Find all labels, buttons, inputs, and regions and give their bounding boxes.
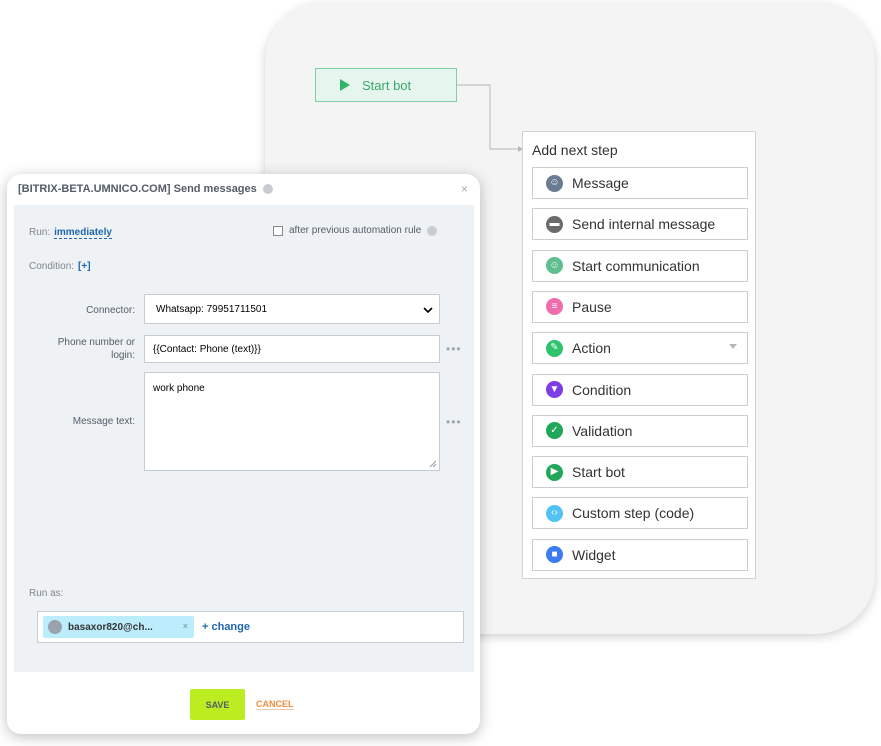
- step-label: Custom step (code): [572, 505, 695, 522]
- step-label: Condition: [572, 381, 632, 398]
- step-label: Message: [572, 175, 629, 191]
- step-label: Send internal message: [572, 216, 716, 233]
- run-as-label: Run as:: [29, 588, 64, 599]
- code-icon: ‹›: [546, 504, 563, 522]
- step-validation[interactable]: ✓ Validation: [532, 414, 748, 447]
- play-icon: [340, 79, 350, 91]
- save-button[interactable]: SAVE: [190, 689, 245, 720]
- connector-label: Connector:: [86, 305, 135, 316]
- panel-title: Add next step: [532, 142, 618, 158]
- condition-row: Condition: [+]: [29, 261, 91, 272]
- help-icon[interactable]: [262, 184, 273, 195]
- step-condition[interactable]: ▼ Condition: [532, 373, 748, 406]
- phone-label: Phone number or login:: [30, 336, 135, 362]
- add-next-step-panel: Add next step ☺ Message ▬ Send internal mes…: [522, 131, 756, 579]
- connector-select[interactable]: Whatsapp: 79951711501: [144, 294, 440, 324]
- change-user-link[interactable]: + change: [202, 621, 250, 633]
- check-icon: ✓: [546, 422, 563, 440]
- add-condition-link[interactable]: [+]: [78, 261, 91, 272]
- step-send-internal-message[interactable]: ▬ Send internal message: [532, 208, 748, 241]
- cancel-button[interactable]: CANCEL: [256, 699, 294, 710]
- dialog-title: [BITRIX-BETA.UMNICO.COM] Send messages: [18, 183, 273, 195]
- phone-value: {{Contact: Phone (text)}}: [153, 343, 261, 355]
- pencil-icon: ✎: [546, 339, 563, 357]
- start-node-label: Start bot: [362, 77, 412, 93]
- phone-label-line1: Phone number or: [57, 337, 135, 348]
- remove-user-icon[interactable]: ×: [183, 621, 188, 631]
- condition-label: Condition:: [29, 261, 75, 272]
- dialog-body: Run: immediately after previous automatio…: [14, 205, 474, 672]
- step-label: Start communication: [572, 257, 700, 274]
- after-previous-label: after previous automation rule: [289, 225, 422, 236]
- robot-share-icon: ☺: [546, 257, 563, 275]
- avatar: [48, 620, 62, 634]
- step-start-communication[interactable]: ☺ Start communication: [532, 249, 748, 282]
- run-as-user: basaxor820@ch...: [68, 621, 153, 633]
- step-action[interactable]: ✎ Action: [532, 332, 748, 365]
- phone-insert-field-icon[interactable]: •••: [446, 342, 462, 356]
- resize-handle-icon[interactable]: [429, 460, 437, 468]
- step-message[interactable]: ☺ Message: [532, 167, 748, 199]
- chat-bubble-icon: ▬: [546, 215, 563, 233]
- message-textarea[interactable]: work phone: [144, 372, 440, 471]
- after-previous-option[interactable]: after previous automation rule: [273, 225, 438, 236]
- dialog-title-text: [BITRIX-BETA.UMNICO.COM] Send messages: [18, 183, 257, 195]
- phone-label-line2: login:: [111, 350, 135, 361]
- run-row: Run: immediately: [29, 227, 112, 239]
- connector-value: Whatsapp: 79951711501: [156, 303, 268, 315]
- widget-icon: ■: [546, 546, 563, 564]
- play-icon: ▶: [546, 463, 563, 481]
- step-label: Action: [572, 340, 611, 357]
- user-chip[interactable]: basaxor820@ch... ×: [43, 616, 194, 638]
- chevron-down-icon[interactable]: [729, 344, 737, 350]
- close-icon[interactable]: ×: [461, 182, 468, 196]
- message-value: work phone: [153, 383, 205, 394]
- phone-input[interactable]: {{Contact: Phone (text)}}: [144, 335, 440, 363]
- robot-icon: ☺: [546, 174, 563, 192]
- help-icon[interactable]: [427, 225, 438, 236]
- funnel-icon: ▼: [546, 381, 563, 398]
- start-bot-node[interactable]: Start bot: [315, 68, 457, 102]
- step-custom-step-code[interactable]: ‹› Custom step (code): [532, 497, 748, 530]
- run-label: Run:: [29, 227, 51, 238]
- step-label: Start bot: [572, 464, 625, 481]
- message-insert-field-icon[interactable]: •••: [446, 415, 462, 429]
- step-pause[interactable]: ≡ Pause: [532, 290, 748, 323]
- chevron-down-icon: [423, 307, 433, 313]
- step-start-bot[interactable]: ▶ Start bot: [532, 456, 748, 489]
- after-previous-checkbox[interactable]: [273, 225, 283, 236]
- step-label: Validation: [572, 422, 633, 439]
- step-label: Pause: [572, 298, 612, 315]
- send-messages-dialog: [BITRIX-BETA.UMNICO.COM] Send messages ×…: [7, 174, 480, 734]
- pause-bubble-icon: ≡: [546, 298, 563, 316]
- step-widget[interactable]: ■ Widget: [532, 538, 748, 571]
- run-as-field[interactable]: basaxor820@ch... × + change: [37, 611, 464, 643]
- step-label: Widget: [572, 546, 616, 563]
- message-label: Message text:: [72, 416, 135, 427]
- run-timing-link[interactable]: immediately: [54, 227, 112, 239]
